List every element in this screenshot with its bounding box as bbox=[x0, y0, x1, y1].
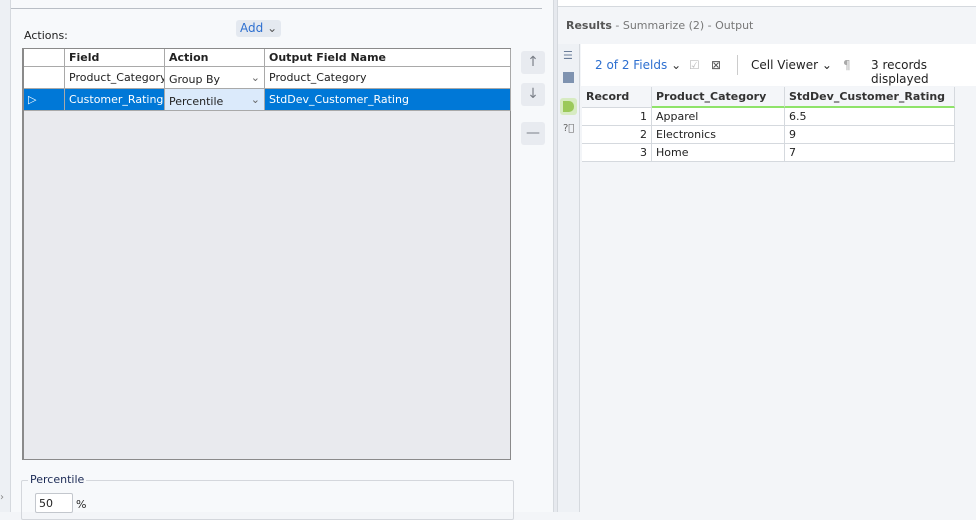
add-button[interactable]: Add ⌄ bbox=[236, 20, 282, 37]
header-record[interactable]: Record bbox=[582, 87, 652, 108]
product-category-cell[interactable]: Electronics bbox=[652, 126, 785, 144]
field-cell: Customer_Rating bbox=[65, 89, 165, 111]
chevron-down-icon: ⌄ bbox=[250, 93, 260, 106]
remove-button[interactable]: — bbox=[521, 122, 545, 145]
records-count: 3 records displayed bbox=[871, 58, 929, 86]
header-field: Field bbox=[65, 49, 165, 67]
expand-arrow-icon[interactable]: › bbox=[0, 492, 4, 503]
left-strip: › bbox=[0, 0, 11, 512]
action-value: Percentile bbox=[169, 94, 224, 108]
record-number: 2 bbox=[582, 126, 652, 144]
header-blank bbox=[24, 49, 65, 67]
row-selector[interactable] bbox=[24, 67, 65, 89]
header-action: Action bbox=[165, 49, 265, 67]
chevron-down-icon: ⌄ bbox=[671, 58, 682, 72]
action-select[interactable]: Group By ⌄ bbox=[165, 67, 265, 89]
cell-viewer-dropdown[interactable]: Cell Viewer ⌄ bbox=[751, 58, 832, 72]
product-category-cell[interactable]: Apparel bbox=[652, 108, 785, 126]
header-output: Output Field Name bbox=[265, 49, 511, 67]
data-view-button[interactable] bbox=[560, 98, 577, 115]
list-icon[interactable]: ☰ bbox=[563, 49, 573, 62]
chevron-down-icon: ⌄ bbox=[250, 71, 260, 84]
percentile-group bbox=[21, 480, 514, 520]
minus-icon: — bbox=[526, 125, 540, 141]
stddev-cell[interactable]: 6.5 bbox=[785, 108, 955, 126]
actions-label: Actions: bbox=[24, 29, 68, 42]
table-row-selected[interactable]: ▷ Customer_Rating Percentile ⌄ StdDev_Cus… bbox=[24, 89, 511, 111]
chevron-down-icon: ⌄ bbox=[821, 58, 832, 72]
results-title-label: Results bbox=[566, 19, 612, 32]
results-title: Results - Summarize (2) - Output bbox=[566, 19, 753, 32]
results-top-bar bbox=[558, 0, 976, 7]
move-down-button[interactable]: ↓ bbox=[521, 83, 545, 106]
metadata-icon[interactable] bbox=[563, 72, 574, 83]
cell-viewer-label: Cell Viewer bbox=[751, 58, 819, 72]
stddev-cell[interactable]: 9 bbox=[785, 126, 955, 144]
output-name-cell[interactable]: StdDev_Customer_Rating bbox=[265, 89, 511, 111]
fields-dropdown[interactable]: 2 of 2 Fields ⌄ bbox=[595, 58, 681, 72]
arrow-down-icon: ↓ bbox=[527, 86, 539, 102]
config-top-bar bbox=[11, 0, 542, 9]
actions-grid: Field Action Output Field Name Product_C… bbox=[22, 48, 511, 460]
results-subtitle: - Summarize (2) - Output bbox=[615, 19, 754, 32]
data-icon bbox=[563, 101, 574, 112]
table-row[interactable]: Product_Category Group By ⌄ Product_Categ… bbox=[24, 67, 511, 89]
results-icon-column: ☰ ?⃝ bbox=[558, 44, 580, 512]
toolbar-divider bbox=[737, 55, 738, 75]
results-header: Record Product_Category StdDev_Customer_… bbox=[582, 87, 955, 108]
action-select[interactable]: Percentile ⌄ bbox=[165, 89, 265, 111]
fields-label: 2 of 2 Fields bbox=[595, 58, 668, 72]
output-name-cell[interactable]: Product_Category bbox=[265, 67, 511, 89]
clear-icon[interactable]: ⊠ bbox=[711, 58, 721, 72]
move-up-button[interactable]: ↑ bbox=[521, 51, 545, 74]
percentile-input[interactable]: 50 bbox=[35, 493, 73, 513]
table-row[interactable]: 1 Apparel 6.5 bbox=[582, 108, 955, 126]
row-selector[interactable]: ▷ bbox=[24, 89, 65, 111]
add-label: Add bbox=[240, 21, 264, 35]
record-number: 1 bbox=[582, 108, 652, 126]
product-category-cell[interactable]: Home bbox=[652, 144, 785, 162]
table-row[interactable]: 3 Home 7 bbox=[582, 144, 955, 162]
checkbox-icon[interactable]: ☑ bbox=[689, 58, 700, 72]
arrow-up-icon: ↑ bbox=[527, 54, 539, 70]
table-row[interactable]: 2 Electronics 9 bbox=[582, 126, 955, 144]
grid-header: Field Action Output Field Name bbox=[24, 49, 511, 67]
percent-unit: % bbox=[76, 498, 87, 511]
results-table: Record Product_Category StdDev_Customer_… bbox=[582, 87, 955, 162]
field-cell: Product_Category bbox=[65, 67, 165, 89]
stddev-cell[interactable]: 7 bbox=[785, 144, 955, 162]
action-value: Group By bbox=[169, 72, 221, 86]
chevron-down-icon: ⌄ bbox=[267, 21, 278, 35]
header-stddev[interactable]: StdDev_Customer_Rating bbox=[785, 87, 955, 108]
percentile-legend: Percentile bbox=[28, 473, 87, 486]
record-number: 3 bbox=[582, 144, 652, 162]
header-product-category[interactable]: Product_Category bbox=[652, 87, 785, 108]
pilcrow-icon[interactable]: ¶ bbox=[843, 58, 851, 72]
help-icon[interactable]: ?⃝ bbox=[563, 123, 574, 134]
row-pointer-icon: ▷ bbox=[28, 93, 37, 106]
